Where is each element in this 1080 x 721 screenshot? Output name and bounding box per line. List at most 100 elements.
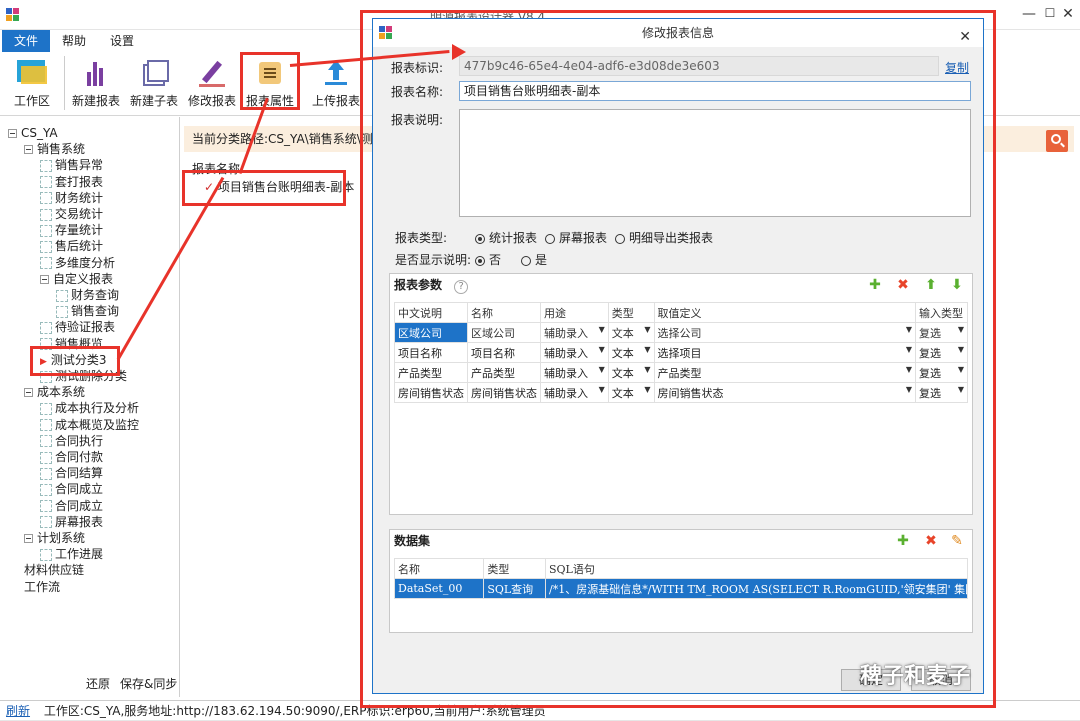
tree-item[interactable]: 合同成立 <box>40 498 103 514</box>
tree-item[interactable]: 成本系统 <box>24 384 85 400</box>
new-subtable-button[interactable]: 新建子表 <box>124 56 184 112</box>
tree-item-label: CS_YA <box>21 126 58 140</box>
tree-item-label: 待验证报表 <box>55 320 116 335</box>
tree-item[interactable]: 自定义报表 <box>40 271 113 287</box>
leaf-node-icon <box>40 192 52 205</box>
tree-item[interactable]: 销售查询 <box>56 303 119 319</box>
tree-item[interactable]: 合同执行 <box>40 433 103 449</box>
tree-item-label: 成本执行及分析 <box>55 401 140 416</box>
report-designer-window: 明源报表设计器 V8.4 — ☐ ✕ 文件 帮助 设置 工作区 新建报表 新建子… <box>0 0 1080 720</box>
annotation-arrow-head <box>452 44 466 60</box>
leaf-node-icon <box>40 516 52 529</box>
annotation-category-highlight <box>30 346 120 376</box>
tree-item-label: 工作进展 <box>55 547 104 562</box>
ribbon-separator <box>64 56 65 110</box>
leaf-node-icon <box>40 419 52 432</box>
tree-item[interactable]: 交易统计 <box>40 206 103 222</box>
watermark: 稗子和麦子 <box>860 664 971 689</box>
tree-item-label: 计划系统 <box>37 531 86 545</box>
tree-item-label: 合同成立 <box>55 482 104 497</box>
menu-help[interactable]: 帮助 <box>50 30 98 52</box>
collapse-icon[interactable] <box>40 274 49 284</box>
tree-item-label: 存量统计 <box>55 223 104 238</box>
collapse-icon[interactable] <box>24 145 33 155</box>
tree-item-label: 成本系统 <box>37 385 86 400</box>
tree-item-label: 售后统计 <box>55 239 104 254</box>
leaf-node-icon <box>56 289 68 302</box>
tree-item[interactable]: 工作进展 <box>40 546 103 562</box>
tree-item[interactable]: 存量统计 <box>40 222 103 238</box>
tree-item[interactable]: 成本概览及监控 <box>40 417 139 433</box>
tree-item[interactable]: 多维度分析 <box>40 255 115 271</box>
tree-item[interactable]: 计划系统 <box>24 530 85 546</box>
pencil-icon <box>195 58 229 88</box>
leaf-node-icon <box>40 402 52 415</box>
tree-item-label: 自定义报表 <box>53 271 114 286</box>
leaf-node-icon <box>40 176 52 189</box>
leaf-node-icon <box>40 500 52 513</box>
restore-button[interactable]: 还原 <box>86 675 110 692</box>
workspace-button[interactable]: 工作区 <box>2 56 62 112</box>
leaf-node-icon <box>40 483 52 496</box>
tree-item[interactable]: 销售系统 <box>24 141 85 157</box>
refresh-link[interactable]: 刷新 <box>6 704 30 718</box>
edit-report-button[interactable]: 修改报表 <box>182 56 242 112</box>
leaf-node-icon <box>40 208 52 221</box>
tree-item[interactable]: 销售异常 <box>40 157 103 173</box>
tree-item-label: 合同成立 <box>55 498 104 513</box>
leaf-node-icon <box>40 240 52 253</box>
tree-item-label: 财务统计 <box>55 190 104 205</box>
tree-item-label: 销售异常 <box>55 158 104 173</box>
tree-item[interactable]: 套打报表 <box>40 174 103 190</box>
sub-table-icon <box>137 58 171 88</box>
tree-item[interactable]: CS_YA <box>8 125 58 141</box>
search-icon[interactable] <box>1046 130 1068 152</box>
tree-item[interactable]: 成本执行及分析 <box>40 400 139 416</box>
tree-item-label: 交易统计 <box>55 207 104 221</box>
close-window-button[interactable]: ✕ <box>1056 6 1080 22</box>
leaf-node-icon <box>40 159 52 172</box>
leaf-node-icon <box>56 305 68 318</box>
tree-item-label: 合同执行 <box>55 433 104 448</box>
tree-item[interactable]: 屏幕报表 <box>40 514 103 530</box>
leaf-node-icon <box>40 321 52 334</box>
tree-item[interactable]: 售后统计 <box>40 238 103 254</box>
workspace-icon <box>15 58 49 88</box>
new-report-button[interactable]: 新建报表 <box>66 56 126 112</box>
tree-item-label: 屏幕报表 <box>55 514 104 529</box>
tree-item[interactable]: 合同成立 <box>40 481 103 497</box>
tree-item-label: 销售系统 <box>37 142 86 157</box>
annotation-properties-highlight <box>240 52 300 110</box>
collapse-icon[interactable] <box>24 534 33 543</box>
tree-item-label: 财务查询 <box>71 288 120 302</box>
tree-item[interactable]: 工作流 <box>24 579 60 595</box>
leaf-node-icon <box>40 224 52 237</box>
tree-footer: 还原 保存&同步 <box>0 671 180 697</box>
collapse-icon[interactable] <box>24 388 33 398</box>
tree-item-label: 工作流 <box>24 579 61 594</box>
tree-item-label: 多维度分析 <box>55 255 116 270</box>
tree-item-label: 套打报表 <box>55 174 104 189</box>
tree-item-label: 销售查询 <box>71 304 120 319</box>
tree-item[interactable]: 合同结算 <box>40 465 103 481</box>
leaf-node-icon <box>40 548 52 561</box>
save-sync-button[interactable]: 保存&同步 <box>120 675 177 692</box>
tree-item-label: 合同结算 <box>55 466 104 481</box>
tree-item-label: 成本概览及监控 <box>55 417 140 432</box>
menu-file[interactable]: 文件 <box>2 30 51 52</box>
menu-settings[interactable]: 设置 <box>98 30 146 52</box>
tree-item[interactable]: 材料供应链 <box>24 562 84 578</box>
leaf-node-icon <box>40 467 52 480</box>
leaf-node-icon <box>40 257 52 270</box>
tree-item[interactable]: 财务查询 <box>56 287 119 303</box>
bar-chart-icon <box>79 58 113 88</box>
tree-item[interactable]: 待验证报表 <box>40 319 115 335</box>
tree-item[interactable]: 财务统计 <box>40 190 103 206</box>
leaf-node-icon <box>40 451 52 464</box>
tree-item-label: 材料供应链 <box>24 563 85 578</box>
leaf-node-icon <box>40 435 52 448</box>
app-logo-icon <box>6 8 20 22</box>
category-tree-panel: CS_YA 销售系统 销售异常 套打报表 财务统计交易统计存量统计 售后统计 多维度分析 自定… <box>0 117 180 697</box>
tree-item[interactable]: 合同付款 <box>40 449 103 465</box>
collapse-icon[interactable] <box>8 129 17 138</box>
